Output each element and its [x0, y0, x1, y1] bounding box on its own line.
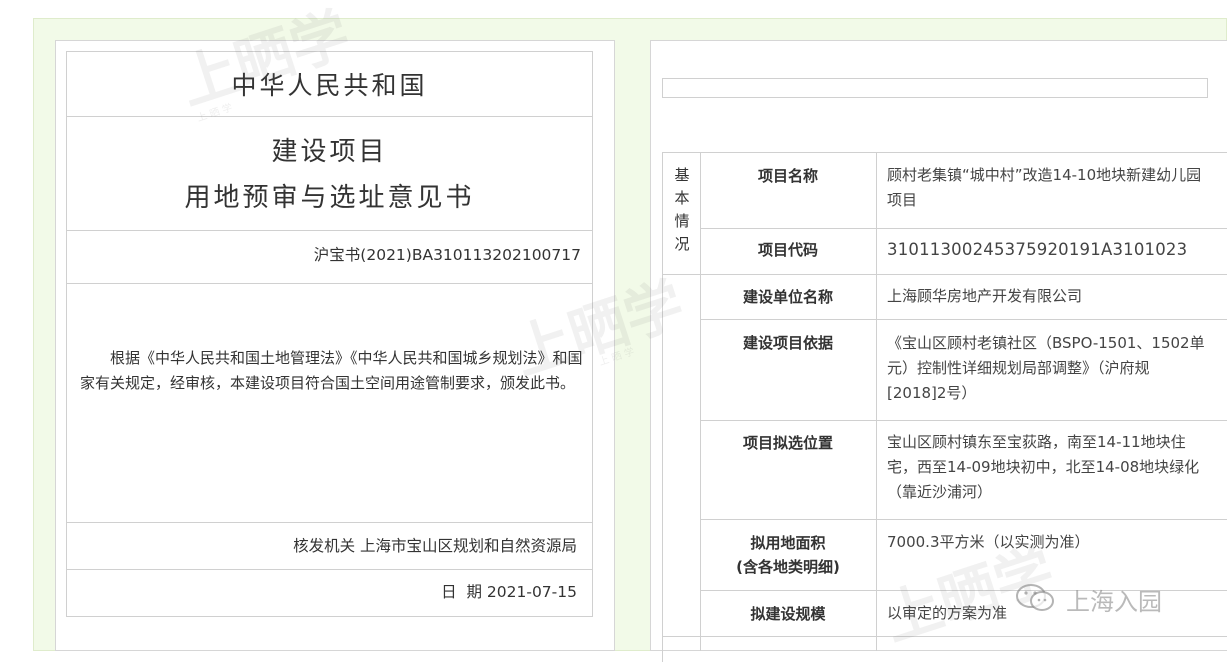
row-divider	[700, 228, 1227, 229]
row-label-builder: 建设单位名称	[742, 288, 833, 306]
right-header-box	[662, 78, 1208, 98]
doc-title-line1: 建设项目	[271, 137, 388, 167]
row-label-area: 拟用地面积 (含各地类明细)	[700, 531, 876, 579]
row-value-project-code: 31011300245375920191A3101023	[887, 240, 1188, 259]
side-char: 基	[674, 166, 690, 184]
row-divider	[700, 519, 1227, 520]
side-char: 况	[674, 235, 690, 253]
issue-date: 日 期 2021-07-15	[441, 583, 577, 601]
side-char: 本	[674, 189, 690, 207]
area-label-line2: (含各地类明细)	[736, 558, 840, 576]
divider	[66, 283, 593, 284]
area-label-line1: 拟用地面积	[750, 534, 826, 552]
row-label-project-code: 项目代码	[757, 241, 818, 259]
row-value-area: 7000.3平方米（以实测为准）	[887, 533, 1090, 551]
row-value-project-name: 顾村老集镇“城中村”改造14-10地块新建幼儿园项目	[887, 166, 1202, 209]
wechat-watermark-text: 上海入园	[1066, 588, 1162, 616]
row-divider	[662, 274, 1227, 275]
divider	[66, 116, 593, 117]
side-label: 基 本 情 况	[674, 164, 690, 256]
certificate-body: 根据《中华人民共和国土地管理法》《中华人民共和国城乡规划法》和国家有关规定，经审…	[80, 349, 583, 392]
row-divider	[700, 319, 1227, 320]
row-value-builder: 上海顾华房地产开发有限公司	[887, 287, 1083, 305]
issuer: 核发机关 上海市宝山区规划和自然资源局	[293, 537, 577, 555]
row-value-basis: 《宝山区顾村老镇社区（BSPO-1501、1502单元）控制性详细规划局部调整》…	[887, 334, 1205, 402]
row-value-location: 宝山区顾村镇东至宝荻路，南至14-11地块住宅，西至14-09地块初中，北至14…	[887, 433, 1200, 501]
side-char: 情	[674, 212, 690, 230]
row-label-project-name: 项目名称	[757, 167, 818, 185]
row-label-basis: 建设项目依据	[742, 334, 833, 352]
wechat-icon	[1014, 582, 1058, 614]
row-label-scale: 拟建设规模	[750, 605, 826, 623]
doc-number: 沪宝书(2021)BA310113202100717	[313, 246, 581, 264]
row-divider	[700, 420, 1227, 421]
doc-title-line2: 用地预审与选址意见书	[184, 183, 475, 213]
divider	[66, 569, 593, 570]
divider	[66, 230, 593, 231]
row-label-location: 项目拟选位置	[742, 434, 833, 452]
divider	[66, 522, 593, 523]
